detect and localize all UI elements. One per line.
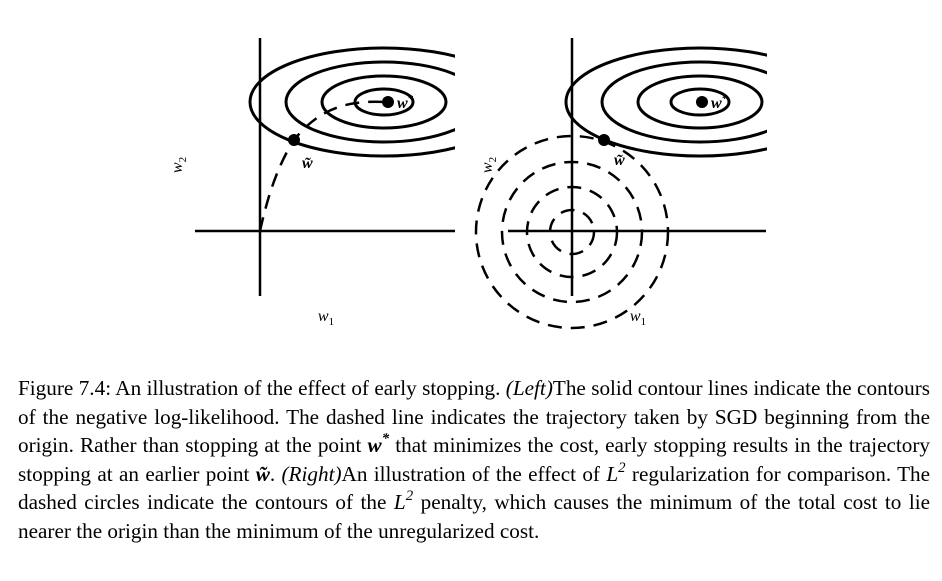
figure-caption: Figure 7.4: An illustration of the effec… [18, 376, 931, 543]
left-stop-label: w̃ [302, 155, 313, 172]
sgd-trajectory [258, 100, 385, 232]
right-y-label: w2 [479, 157, 499, 173]
left-optimum-point [382, 96, 394, 108]
left-x-label: w1 [318, 308, 334, 328]
right-stop-label: w̃ [614, 152, 625, 169]
figure-svg: w* w̃ w2 w1 w* w̃ w2 w1 [169, 38, 767, 330]
right-x-label: w1 [630, 308, 646, 328]
caption-right-tag: (Right) [281, 461, 342, 486]
right-panel: w* w̃ w2 w1 [474, 38, 767, 330]
caption-prefix: Figure 7.4: An illustration of the effec… [18, 376, 501, 400]
figure: w* w̃ w2 w1 w* w̃ w2 w1 [0, 0, 942, 340]
left-panel: w* w̃ w2 w1 [169, 38, 455, 328]
left-optimum-label: w* [397, 93, 414, 112]
caption-w-star: w* [367, 431, 390, 457]
caption-l2-b: L2 [393, 488, 414, 514]
caption-left-tag: (Left) [505, 376, 553, 400]
left-y-label: w2 [169, 157, 189, 173]
caption-right-text-1: An illustration of the effect of [341, 461, 600, 486]
right-optimum-point [696, 96, 708, 108]
right-regularized-point [598, 134, 610, 146]
caption-w-tilde: w̃ [255, 461, 270, 486]
left-stop-point [288, 134, 300, 146]
caption-l2-a: L2 [606, 459, 626, 486]
